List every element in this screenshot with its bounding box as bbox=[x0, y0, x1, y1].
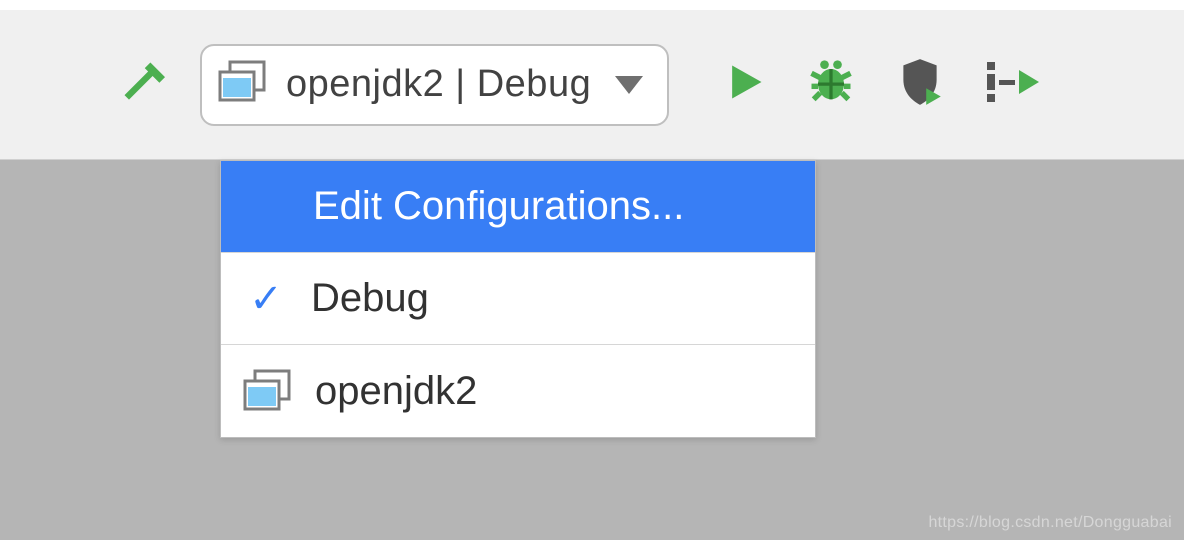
menu-item-debug[interactable]: ✓ Debug bbox=[221, 253, 815, 345]
config-dropdown-panel: Edit Configurations... ✓ Debug openjdk2 bbox=[220, 160, 816, 438]
menu-item-edit-configurations[interactable]: Edit Configurations... bbox=[221, 161, 815, 253]
menu-item-label: openjdk2 bbox=[315, 369, 477, 414]
config-label: openjdk2 | Debug bbox=[286, 63, 591, 106]
menu-item-project[interactable]: openjdk2 bbox=[221, 345, 815, 437]
menu-item-label: Debug bbox=[311, 276, 429, 321]
chevron-down-icon bbox=[615, 76, 643, 94]
run-configuration-selector[interactable]: openjdk2 | Debug bbox=[200, 44, 669, 126]
build-icon[interactable] bbox=[120, 58, 174, 112]
window-border bbox=[0, 0, 1184, 10]
coverage-icon[interactable] bbox=[895, 55, 945, 114]
run-actions-group bbox=[723, 55, 1039, 114]
window-icon bbox=[243, 369, 293, 413]
profiler-icon[interactable] bbox=[983, 57, 1039, 112]
checkmark-icon: ✓ bbox=[243, 276, 289, 322]
watermark-text: https://blog.csdn.net/Dongguabai bbox=[928, 514, 1172, 532]
menu-item-label: Edit Configurations... bbox=[313, 184, 684, 229]
run-icon[interactable] bbox=[723, 57, 767, 112]
debug-icon[interactable] bbox=[805, 56, 857, 113]
window-icon bbox=[218, 60, 268, 109]
toolbar: openjdk2 | Debug bbox=[0, 10, 1184, 160]
